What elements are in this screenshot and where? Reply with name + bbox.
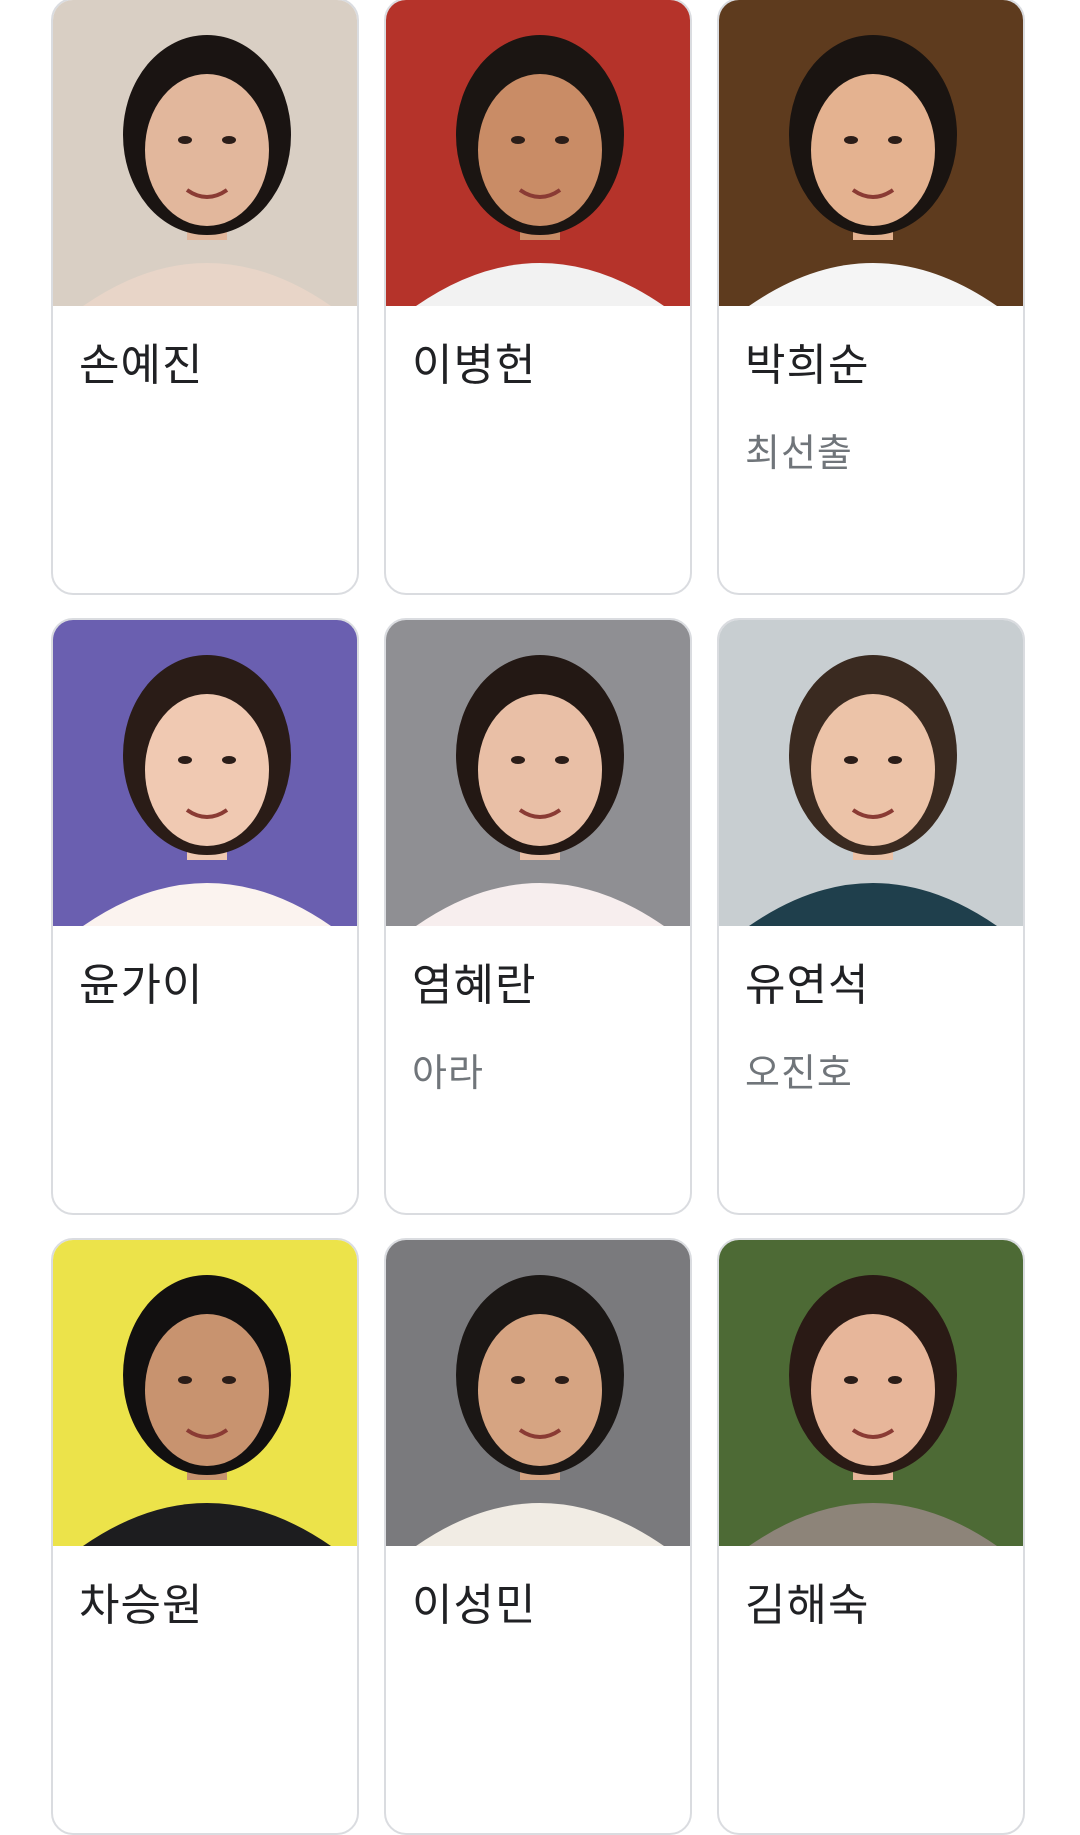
- actor-photo: [386, 0, 690, 306]
- actor-name: 염혜란: [412, 960, 537, 1011]
- left-eye: [844, 756, 858, 764]
- actor-photo: [53, 0, 357, 306]
- actor-name: 손예진: [79, 340, 204, 391]
- actor-photo: [53, 620, 357, 926]
- left-eye: [511, 1376, 525, 1384]
- actor-name: 박희순: [745, 340, 870, 391]
- character-name: 아라: [412, 1051, 484, 1095]
- actor-name: 윤가이: [79, 960, 204, 1011]
- character-name: 최선출: [745, 431, 853, 475]
- portrait-image: [53, 0, 357, 306]
- actor-name: 차승원: [79, 1580, 204, 1631]
- actor-name: 유연석: [745, 960, 870, 1011]
- left-eye: [844, 1376, 858, 1384]
- actor-photo: [719, 0, 1023, 306]
- cast-grid: 손예진 이병헌 박희순 최선출 윤가이 염혜란 아라 유연석 오진호 차승원 이…: [51, 0, 1031, 1835]
- right-eye: [555, 136, 569, 144]
- face: [145, 1314, 269, 1466]
- face: [811, 74, 935, 226]
- actor-photo: [53, 1240, 357, 1546]
- right-eye: [555, 1376, 569, 1384]
- cast-card[interactable]: 박희순 최선출: [717, 0, 1025, 595]
- left-eye: [178, 756, 192, 764]
- portrait-image: [719, 620, 1023, 926]
- left-eye: [844, 136, 858, 144]
- portrait-image: [719, 0, 1023, 306]
- portrait-image: [386, 620, 690, 926]
- cast-card[interactable]: 유연석 오진호: [717, 618, 1025, 1215]
- face: [145, 694, 269, 846]
- face: [478, 1314, 602, 1466]
- actor-photo: [719, 620, 1023, 926]
- portrait-image: [386, 1240, 690, 1546]
- actor-name: 이성민: [412, 1580, 537, 1631]
- actor-name: 이병헌: [412, 340, 537, 391]
- actor-photo: [386, 1240, 690, 1546]
- left-eye: [511, 756, 525, 764]
- face: [811, 694, 935, 846]
- face: [478, 694, 602, 846]
- right-eye: [222, 136, 236, 144]
- face: [145, 74, 269, 226]
- portrait-image: [53, 620, 357, 926]
- cast-card[interactable]: 이병헌: [384, 0, 692, 595]
- actor-name: 김해숙: [745, 1580, 870, 1631]
- left-eye: [511, 136, 525, 144]
- left-eye: [178, 136, 192, 144]
- left-eye: [178, 1376, 192, 1384]
- right-eye: [888, 136, 902, 144]
- cast-card[interactable]: 손예진: [51, 0, 359, 595]
- cast-card[interactable]: 이성민: [384, 1238, 692, 1835]
- right-eye: [888, 756, 902, 764]
- face: [811, 1314, 935, 1466]
- character-name: 오진호: [745, 1051, 853, 1095]
- portrait-image: [53, 1240, 357, 1546]
- cast-card[interactable]: 차승원: [51, 1238, 359, 1835]
- actor-photo: [386, 620, 690, 926]
- face: [478, 74, 602, 226]
- portrait-image: [719, 1240, 1023, 1546]
- portrait-image: [386, 0, 690, 306]
- right-eye: [222, 1376, 236, 1384]
- right-eye: [555, 756, 569, 764]
- right-eye: [888, 1376, 902, 1384]
- actor-photo: [719, 1240, 1023, 1546]
- right-eye: [222, 756, 236, 764]
- cast-card[interactable]: 염혜란 아라: [384, 618, 692, 1215]
- cast-card[interactable]: 김해숙: [717, 1238, 1025, 1835]
- cast-card[interactable]: 윤가이: [51, 618, 359, 1215]
